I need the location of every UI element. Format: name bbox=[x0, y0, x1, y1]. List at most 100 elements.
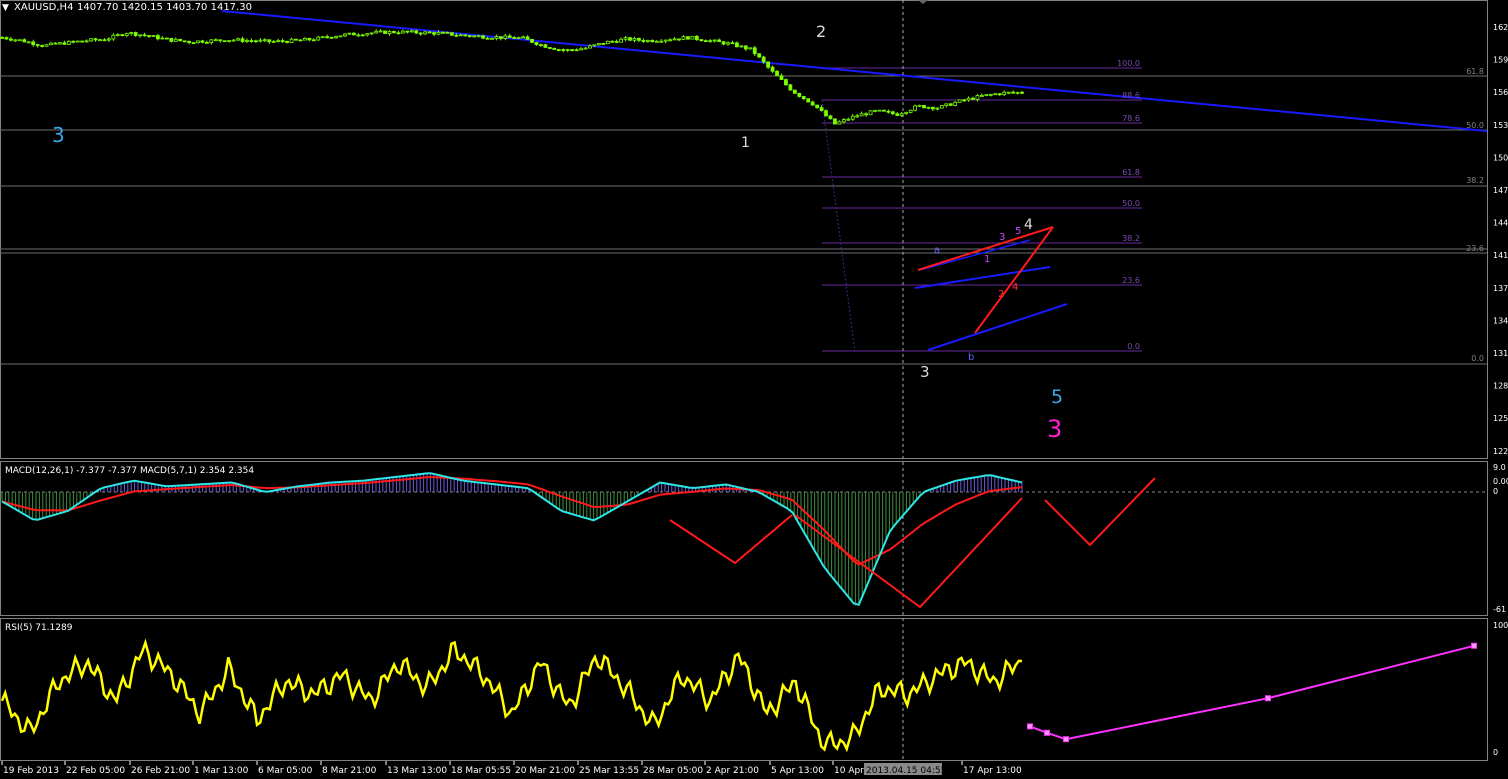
candle-body bbox=[801, 96, 806, 100]
price-tick: 125 bbox=[1493, 414, 1508, 423]
candle-body bbox=[672, 38, 677, 41]
candle-body bbox=[565, 49, 570, 51]
wave-label: 3 bbox=[52, 123, 65, 147]
rsi-forecast-point[interactable] bbox=[1265, 695, 1271, 702]
candle-body bbox=[138, 34, 142, 37]
rsi-forecast[interactable] bbox=[1027, 642, 1477, 743]
candle-body bbox=[579, 48, 583, 51]
macd-histogram bbox=[1, 473, 1023, 606]
candle-body bbox=[819, 107, 824, 112]
rsi-forecast-point[interactable] bbox=[1063, 736, 1069, 743]
candle-body bbox=[253, 40, 258, 43]
candle-body bbox=[784, 79, 788, 86]
candle-body bbox=[547, 47, 552, 49]
candle-body bbox=[53, 42, 58, 45]
candle-body bbox=[503, 35, 508, 39]
candle-body bbox=[766, 61, 771, 68]
candle-body bbox=[240, 38, 245, 42]
fibo-far-label: 0.0 bbox=[1471, 354, 1484, 363]
rsi-forecast-point[interactable] bbox=[1471, 642, 1477, 649]
candle-body bbox=[307, 37, 312, 41]
candle-body bbox=[507, 35, 512, 38]
candle-body bbox=[993, 93, 998, 96]
candle-body bbox=[378, 30, 383, 33]
price-tick: 141 bbox=[1493, 251, 1508, 260]
candle-body bbox=[427, 31, 432, 34]
candle-body bbox=[815, 104, 820, 108]
rsi-forecast-point[interactable] bbox=[1027, 723, 1033, 730]
candle-body bbox=[196, 40, 200, 44]
candle-body bbox=[846, 118, 851, 121]
wave-label: 3 bbox=[1047, 415, 1062, 443]
wave-label: 2 bbox=[998, 289, 1004, 300]
fibo-label: 100.0 bbox=[1117, 59, 1140, 68]
time-tick: 5 Apr 13:00 bbox=[771, 766, 824, 776]
time-tick: 26 Feb 21:00 bbox=[131, 766, 190, 776]
candle-body bbox=[129, 32, 134, 34]
candle-body bbox=[556, 49, 561, 51]
candle-body bbox=[418, 32, 423, 35]
candle-body bbox=[583, 47, 588, 50]
candle-body bbox=[824, 110, 828, 117]
candle-body bbox=[516, 37, 521, 39]
candle-body bbox=[694, 35, 699, 40]
candle-body bbox=[882, 109, 886, 112]
macd-hand-drawn-lines[interactable] bbox=[669, 477, 1156, 609]
candle-body bbox=[726, 42, 730, 45]
candle-body bbox=[966, 97, 971, 101]
candle-body bbox=[859, 113, 864, 117]
candle-body bbox=[761, 56, 766, 63]
candle-body bbox=[552, 47, 557, 50]
candle-body bbox=[632, 37, 637, 41]
price-tick: 131 bbox=[1493, 349, 1508, 358]
candle-body bbox=[17, 39, 22, 42]
macd-drawing-left[interactable] bbox=[669, 514, 793, 565]
time-tick: 28 Mar 05:00 bbox=[643, 766, 703, 776]
candle-body bbox=[71, 40, 76, 43]
candle-body bbox=[948, 103, 953, 106]
candle-body bbox=[931, 106, 935, 110]
candle-body bbox=[677, 38, 681, 41]
candle-body bbox=[610, 40, 615, 43]
candle-body bbox=[271, 41, 276, 43]
candle-body bbox=[374, 30, 379, 34]
candle-body bbox=[280, 40, 285, 43]
blue-channel-lower[interactable] bbox=[927, 303, 1068, 351]
candle-body bbox=[641, 39, 646, 42]
candle-body bbox=[338, 35, 343, 38]
candle-body bbox=[147, 35, 151, 37]
candle-body bbox=[476, 35, 481, 38]
candle-body bbox=[262, 39, 267, 42]
macd-drawing-center[interactable] bbox=[794, 497, 1023, 609]
price-tick: 156 bbox=[1493, 88, 1508, 97]
rsi-tick: 0 bbox=[1493, 748, 1498, 757]
candle-body bbox=[289, 38, 294, 43]
long-trendline[interactable] bbox=[221, 10, 1488, 132]
candle-body bbox=[788, 84, 793, 91]
time-tick: 8 Mar 21:00 bbox=[322, 766, 377, 776]
candle-body bbox=[561, 49, 566, 51]
macd-drawing-right[interactable] bbox=[1044, 477, 1156, 547]
candle-body bbox=[712, 39, 717, 42]
candle-body bbox=[699, 39, 704, 42]
candle-body bbox=[890, 111, 895, 115]
wave-label: 4 bbox=[1024, 217, 1033, 233]
candle-body bbox=[409, 30, 414, 33]
candle-body bbox=[9, 38, 13, 41]
candle-body bbox=[481, 35, 485, 39]
price-tick: 150 bbox=[1493, 153, 1508, 162]
candle-body bbox=[22, 39, 27, 43]
chart-canvas[interactable]: ▼ XAUUSD,H4 1407.70 1420.15 1403.70 1417… bbox=[0, 0, 1508, 779]
rsi-forecast-point[interactable] bbox=[1044, 729, 1050, 736]
candle-body bbox=[329, 36, 334, 39]
rsi-forecast-line[interactable] bbox=[1029, 644, 1475, 741]
candle-body bbox=[396, 32, 401, 35]
candle-body bbox=[365, 33, 370, 36]
candle-body bbox=[334, 36, 338, 39]
candle-body bbox=[160, 37, 165, 40]
chart-title-arrow: ▼ bbox=[2, 3, 9, 13]
candle-body bbox=[868, 110, 873, 116]
time-tick: 25 Mar 13:55 bbox=[579, 766, 639, 776]
candle-body bbox=[877, 109, 882, 112]
candle-body bbox=[623, 37, 628, 40]
